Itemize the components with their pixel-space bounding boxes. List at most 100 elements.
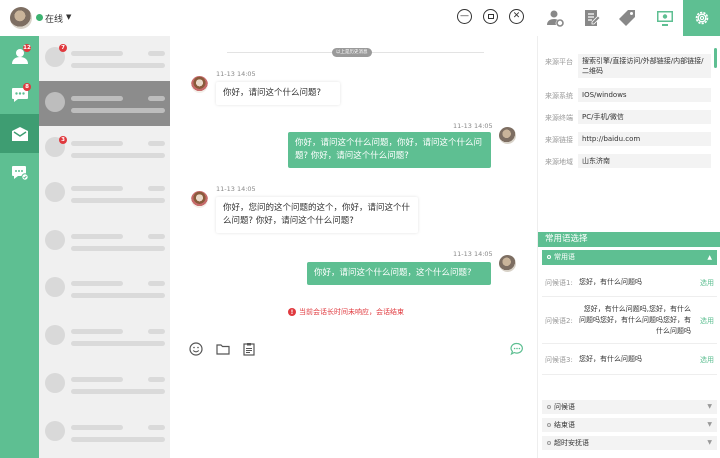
conversation-item[interactable] <box>39 410 170 455</box>
info-value: IOS/windows <box>578 88 711 102</box>
conversation-item[interactable] <box>39 171 170 216</box>
dot-icon <box>547 441 551 445</box>
inbox-icon <box>11 126 28 141</box>
chevron-down-icon: ▼ <box>707 439 712 446</box>
right-panel: 来源平台 搜索引擎/直接访问/外部链接/内部链接/二维码 来源系统 IOS/wi… <box>537 36 720 458</box>
category-header-active[interactable]: 常用语 ▲ <box>542 250 717 265</box>
avatar <box>499 255 516 272</box>
chevron-down-icon: ▼ <box>707 421 712 428</box>
avatar <box>499 127 516 144</box>
conversation-item[interactable] <box>39 81 170 126</box>
chevron-down-icon[interactable]: ▼ <box>66 13 71 21</box>
use-phrase-button[interactable]: 选用 <box>700 316 714 326</box>
status-label[interactable]: 在线 <box>45 12 63 25</box>
clipboard-icon <box>243 343 255 356</box>
category-label: 超时安抚语 <box>554 439 589 447</box>
info-value: 搜索引擎/直接访问/外部链接/内部链接/二维码 <box>578 54 711 78</box>
quick-reply-button[interactable] <box>510 342 524 356</box>
phrase-item: 问候语3: 您好，有什么问题吗 选用 <box>542 345 717 375</box>
edit-document-icon <box>584 10 601 26</box>
tab-tags[interactable] <box>610 0 647 36</box>
unread-badge: 3 <box>59 136 67 144</box>
message-bubble-out: 你好，请问这个什么问题，这个什么问题? <box>307 262 491 285</box>
info-label: 来源链接 <box>545 136 573 144</box>
message-bubble-in: 你好，请问这个什么问题? <box>216 82 340 105</box>
gear-icon <box>695 11 708 25</box>
category-greetings[interactable]: 问候语 ▼ <box>542 400 717 414</box>
top-bar: 在线 ▼ — ✕ <box>0 0 537 36</box>
dot-icon <box>547 405 551 409</box>
tab-monitor[interactable] <box>647 0 684 36</box>
info-value: PC/手机/微信 <box>578 110 711 124</box>
message-time: 11-13 14:05 <box>216 70 256 78</box>
folder-icon <box>216 344 230 355</box>
avatar <box>45 92 65 112</box>
category-label: 常用语 <box>554 253 575 261</box>
conversation-item[interactable] <box>39 362 170 407</box>
session-warning-text: 当前会话长时间未响应，会话结束 <box>299 308 404 316</box>
chevron-down-icon: ▼ <box>707 403 712 410</box>
info-value: 山东济南 <box>578 154 711 168</box>
use-phrase-button[interactable]: 选用 <box>700 278 714 288</box>
unread-badge: 7 <box>59 44 67 52</box>
avatar <box>191 191 208 208</box>
phrase-label: 问候语2: <box>545 317 573 325</box>
left-nav: 12 8 <box>0 36 39 458</box>
info-value: http://baidu.com <box>578 132 711 146</box>
online-status-dot <box>36 14 43 21</box>
conversation-item[interactable]: 3 <box>39 126 170 171</box>
tab-notes[interactable] <box>574 0 611 36</box>
alert-icon: ! <box>288 308 296 316</box>
category-closing[interactable]: 结束语 ▼ <box>542 418 717 432</box>
info-label: 来源平台 <box>545 58 573 66</box>
chat-reply-icon <box>510 342 523 356</box>
use-phrase-button[interactable]: 选用 <box>700 355 714 365</box>
smile-icon <box>189 342 203 356</box>
message-bubble-in: 你好，您问的这个问题的这个，你好，请问这个什么问题? 你好，请问这个什么问题? <box>216 197 418 233</box>
user-avatar[interactable] <box>10 7 32 29</box>
avatar <box>45 325 65 345</box>
dot-icon <box>547 423 551 427</box>
conversation-list: 7 3 <box>39 36 170 458</box>
info-label: 来源系统 <box>545 92 573 100</box>
conversation-item[interactable] <box>39 219 170 264</box>
monitor-icon <box>657 11 674 26</box>
avatar <box>45 230 65 250</box>
right-tabs <box>537 0 720 36</box>
maximize-button[interactable] <box>483 9 498 24</box>
session-warning: ! 当前会话长时间未响应，会话结束 <box>288 307 404 317</box>
nav-visitors[interactable]: 12 <box>0 36 39 75</box>
close-button[interactable]: ✕ <box>509 9 524 24</box>
phrase-text: 您好，有什么问题吗 <box>579 355 642 363</box>
nav-sessions[interactable] <box>0 153 39 192</box>
minimize-button[interactable]: — <box>457 9 472 24</box>
badge-visitors: 12 <box>23 44 31 52</box>
info-label: 来源地域 <box>545 158 573 166</box>
scrollbar[interactable] <box>714 48 717 68</box>
nav-messages[interactable]: 8 <box>0 75 39 114</box>
badge-messages: 8 <box>23 83 31 91</box>
category-label: 结束语 <box>554 421 575 429</box>
avatar <box>45 421 65 441</box>
close-icon: ✕ <box>512 11 521 21</box>
phrase-label: 问候语3: <box>545 356 573 364</box>
phrase-item: 问候语1: 您好，有什么问题吗 选用 <box>542 267 717 297</box>
clipboard-button[interactable] <box>242 342 256 356</box>
minus-icon: — <box>460 11 469 21</box>
history-label[interactable]: 以上是历史消息 <box>332 48 372 57</box>
nav-inbox[interactable] <box>0 114 39 153</box>
tab-visitor-info[interactable] <box>537 0 574 36</box>
category-timeout[interactable]: 超时安抚语 ▼ <box>542 436 717 450</box>
phrase-text: 您好，有什么问题吗,您好，有什么问题吗您好，有什么问题吗您好，有什么问题吗 <box>579 305 691 335</box>
tab-settings[interactable] <box>683 0 720 36</box>
file-button[interactable] <box>216 342 230 356</box>
phrase-text: 您好，有什么问题吗 <box>579 278 642 286</box>
message-time: 11-13 14:05 <box>453 250 493 258</box>
chevron-up-icon: ▲ <box>707 254 712 261</box>
chat-area: 以上是历史消息 11-13 14:05 你好，请问这个什么问题? 11-13 1… <box>170 36 537 458</box>
message-bubble-out: 你好，请问这个什么问题，你好，请问这个什么问题? 你好，请问这个什么问题? <box>288 132 491 168</box>
emoji-button[interactable] <box>189 342 203 356</box>
conversation-item[interactable]: 7 <box>39 36 170 81</box>
conversation-item[interactable] <box>39 266 170 311</box>
conversation-item[interactable] <box>39 314 170 359</box>
